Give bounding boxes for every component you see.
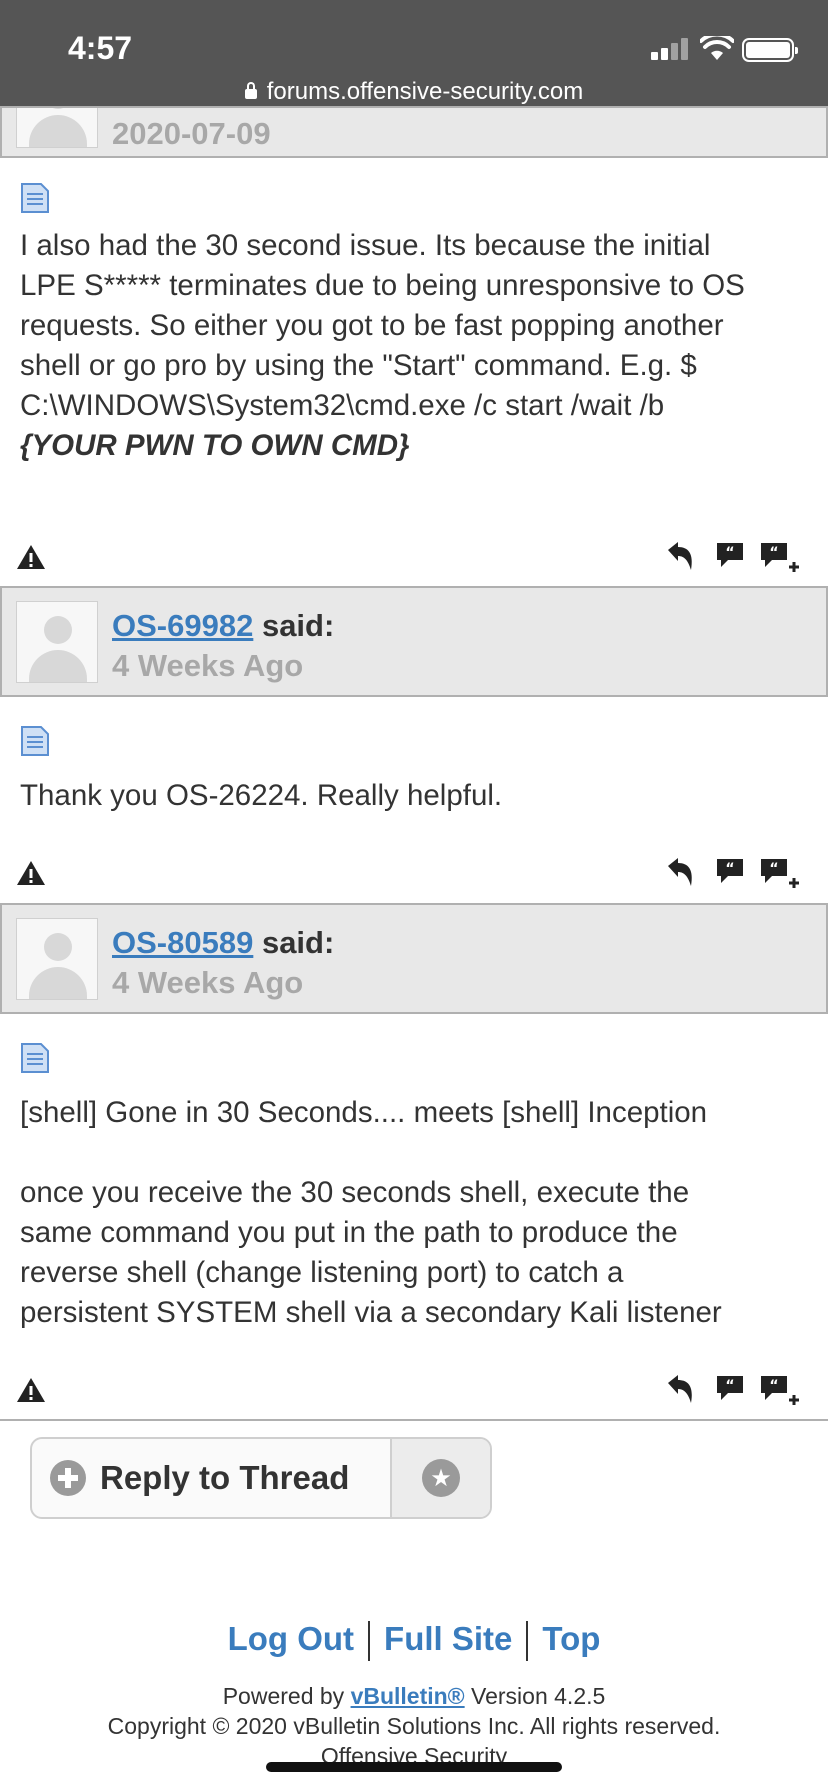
post-document-icon bbox=[21, 1043, 49, 1073]
quote-icon[interactable]: “ bbox=[714, 540, 746, 570]
svg-text:“: “ bbox=[725, 1378, 734, 1394]
said-label: said: bbox=[261, 925, 335, 960]
url-text: forums.offensive-security.com bbox=[266, 78, 584, 105]
post-header: 2020-07-09 bbox=[0, 106, 828, 158]
svg-text:“: “ bbox=[725, 861, 734, 877]
post-header: OS-69982 said: 4 Weeks Ago bbox=[0, 586, 828, 697]
post-line: C:\WINDOWS\System32\cmd.exe /c start /wa… bbox=[20, 389, 665, 422]
reply-to-thread-button[interactable]: Reply to Thread bbox=[32, 1439, 392, 1517]
star-icon: ★ bbox=[422, 1459, 460, 1497]
post-document-icon bbox=[21, 183, 49, 213]
plus-circle-icon bbox=[50, 1460, 86, 1496]
multi-quote-icon[interactable]: “ bbox=[758, 856, 800, 890]
report-icon[interactable] bbox=[16, 544, 46, 570]
username-link[interactable]: OS-80589 bbox=[112, 925, 253, 960]
post-message: Thank you OS-26224. Really helpful. bbox=[20, 776, 820, 816]
post-line: [shell] Gone in 30 Seconds.... meets [sh… bbox=[20, 1096, 708, 1129]
multi-quote-icon[interactable]: “ bbox=[758, 540, 800, 574]
said-label: said: bbox=[261, 608, 335, 643]
post-message: I also had the 30 second issue. Its beca… bbox=[20, 226, 820, 466]
post-date: 4 Weeks Ago bbox=[112, 648, 304, 683]
post-date: 4 Weeks Ago bbox=[112, 965, 304, 1000]
post-line: shell or go pro by using the "Start" com… bbox=[20, 349, 697, 382]
svg-text:“: “ bbox=[769, 1378, 778, 1394]
footer-links: Log Out Full Site Top bbox=[0, 1620, 828, 1662]
subscribe-button[interactable]: ★ bbox=[392, 1439, 490, 1517]
log-out-link[interactable]: Log Out bbox=[214, 1620, 368, 1657]
post-line: reverse shell (change listening port) to… bbox=[20, 1256, 624, 1289]
post-line: same command you put in the path to prod… bbox=[20, 1216, 678, 1249]
multi-quote-icon[interactable]: “ bbox=[758, 1373, 800, 1407]
lock-icon bbox=[244, 82, 257, 99]
powered-prefix: Powered by bbox=[222, 1683, 345, 1709]
post-date: 2020-07-09 bbox=[112, 116, 271, 151]
post-line: LPE S***** terminates due to being unres… bbox=[20, 269, 745, 302]
top-link[interactable]: Top bbox=[528, 1620, 614, 1657]
divider bbox=[0, 1419, 828, 1421]
report-icon[interactable] bbox=[16, 860, 46, 886]
avatar[interactable] bbox=[16, 918, 98, 1000]
post-line: persistent SYSTEM shell via a secondary … bbox=[20, 1296, 722, 1329]
post-author: OS-80589 said: bbox=[112, 925, 334, 961]
reply-icon[interactable] bbox=[664, 540, 696, 572]
url-bar[interactable]: forums.offensive-security.com bbox=[0, 78, 828, 106]
home-indicator[interactable] bbox=[266, 1762, 562, 1772]
post-document-icon bbox=[21, 726, 49, 756]
svg-text:“: “ bbox=[725, 545, 734, 561]
report-icon[interactable] bbox=[16, 1377, 46, 1403]
post-line: requests. So either you got to be fast p… bbox=[20, 309, 724, 342]
powered-by: Powered by vBulletin® Version 4.2.5 bbox=[0, 1683, 828, 1710]
wifi-icon bbox=[700, 36, 734, 60]
battery-icon bbox=[742, 38, 798, 62]
full-site-link[interactable]: Full Site bbox=[370, 1620, 526, 1657]
avatar[interactable] bbox=[16, 601, 98, 683]
reply-to-thread-label: Reply to Thread bbox=[100, 1459, 350, 1496]
vbulletin-link[interactable]: vBulletin® bbox=[351, 1683, 465, 1709]
post-line-blank bbox=[20, 1133, 820, 1173]
svg-text:“: “ bbox=[769, 545, 778, 561]
svg-text:“: “ bbox=[769, 861, 778, 877]
quote-icon[interactable]: “ bbox=[714, 856, 746, 886]
status-time: 4:57 bbox=[68, 30, 133, 66]
username-link[interactable]: OS-69982 bbox=[112, 608, 253, 643]
avatar[interactable] bbox=[16, 108, 98, 148]
post-line: Thank you OS-26224. Really helpful. bbox=[20, 779, 503, 812]
copyright: Copyright © 2020 vBulletin Solutions Inc… bbox=[107, 1713, 721, 1739]
post-author: OS-69982 said: bbox=[112, 608, 334, 644]
reply-icon[interactable] bbox=[664, 1373, 696, 1405]
reply-toolbar: Reply to Thread ★ bbox=[30, 1437, 492, 1519]
post-line: I also had the 30 second issue. Its beca… bbox=[20, 229, 711, 262]
post-line: once you receive the 30 seconds shell, e… bbox=[20, 1176, 690, 1209]
post-message: [shell] Gone in 30 Seconds.... meets [sh… bbox=[20, 1093, 820, 1333]
signal-icon bbox=[651, 38, 689, 60]
post-line-emphasis: {YOUR PWN TO OWN CMD} bbox=[20, 429, 410, 462]
powered-suffix: Version 4.2.5 bbox=[471, 1683, 606, 1709]
reply-icon[interactable] bbox=[664, 856, 696, 888]
post-header: OS-80589 said: 4 Weeks Ago bbox=[0, 903, 828, 1014]
quote-icon[interactable]: “ bbox=[714, 1373, 746, 1403]
